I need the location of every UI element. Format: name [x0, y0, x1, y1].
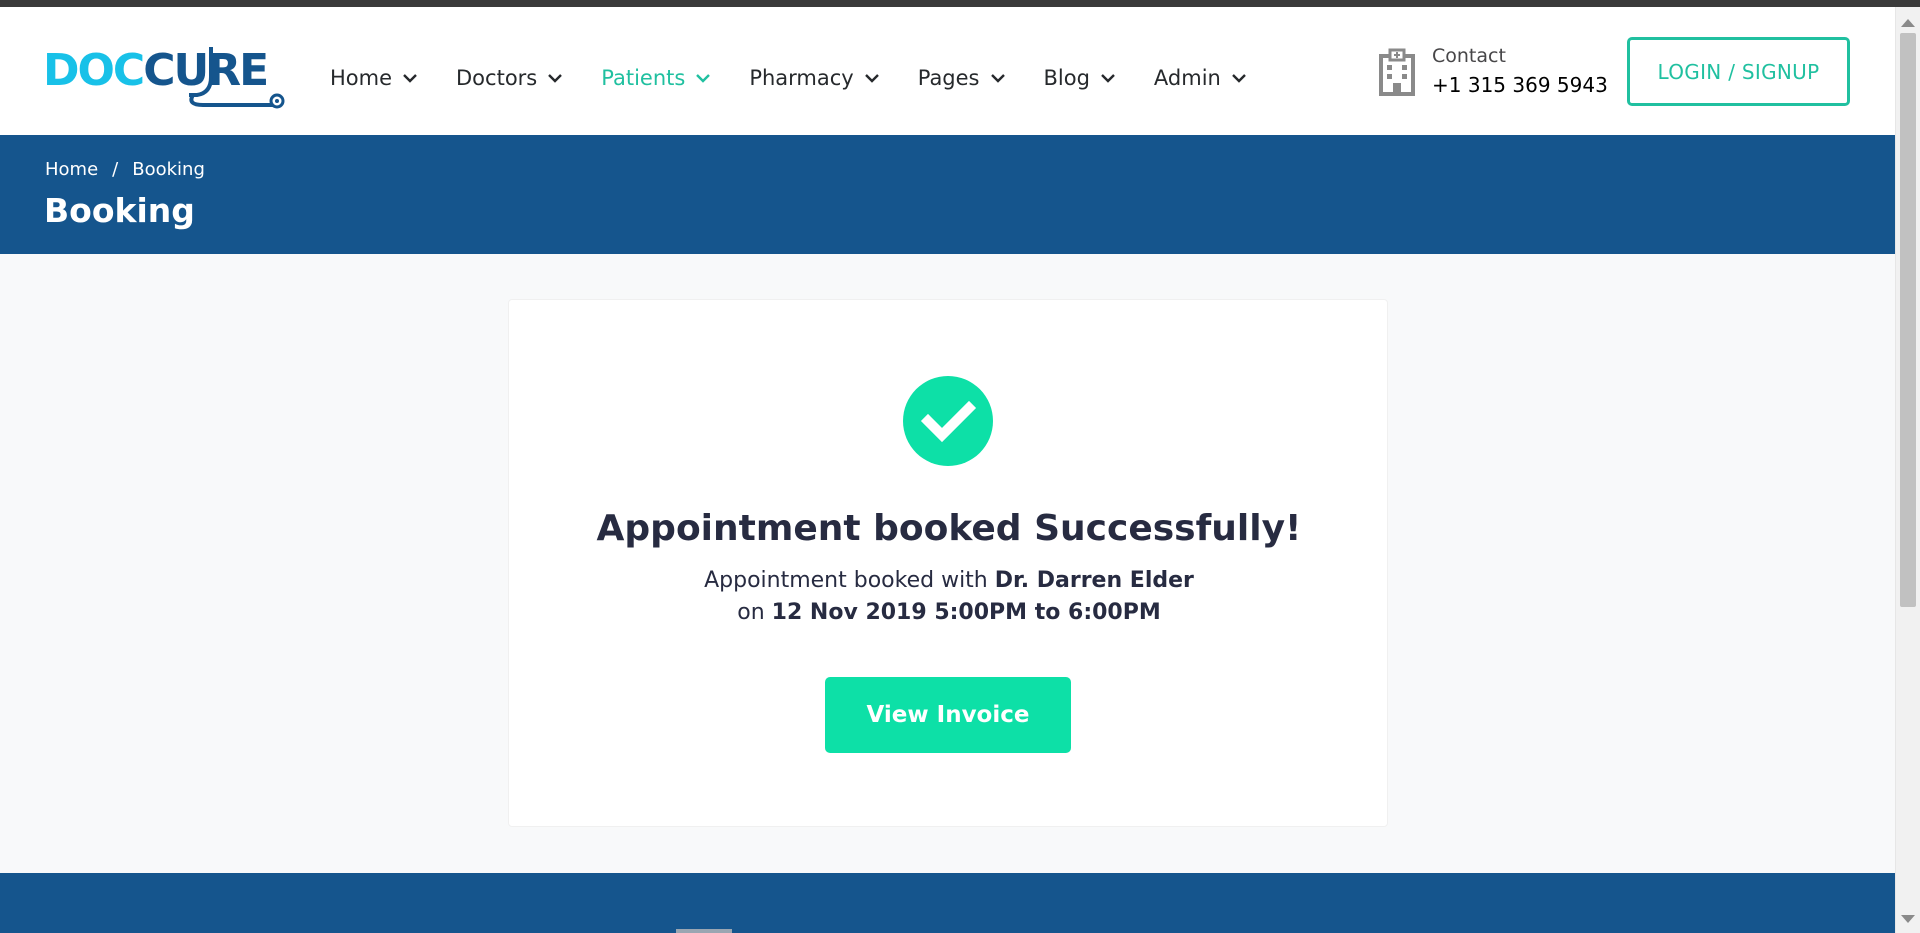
site-header: DOCCURE Home Doctors Patients Pharmacy P… — [0, 7, 1895, 135]
doccure-logo[interactable]: DOCCURE — [43, 39, 287, 109]
nav-item-label: Patients — [601, 66, 686, 90]
nav-item-pharmacy[interactable]: Pharmacy — [749, 66, 879, 90]
nav-item-label: Admin — [1153, 66, 1221, 90]
nav-item-label: Pages — [917, 66, 980, 90]
breadcrumb-home-link[interactable]: Home — [45, 159, 98, 180]
check-icon — [920, 400, 977, 443]
scrollbar-thumb[interactable] — [1900, 33, 1916, 607]
main-nav: Home Doctors Patients Pharmacy Pages Blo… — [330, 47, 1285, 109]
contact-phone[interactable]: +1 315 369 5943 — [1432, 69, 1608, 101]
page-scrollbar[interactable] — [1895, 7, 1920, 933]
breadcrumb-separator: / — [112, 159, 119, 180]
chevron-down-icon — [864, 74, 879, 83]
svg-text:DOCCURE: DOCCURE — [43, 45, 267, 96]
appointment-prefix: Appointment booked with — [704, 568, 995, 593]
nav-item-home[interactable]: Home — [330, 66, 418, 90]
header-contact: Contact +1 315 369 5943 — [1376, 43, 1608, 101]
breadcrumb: Home / Booking — [45, 159, 205, 180]
nav-item-patients[interactable]: Patients — [601, 66, 711, 90]
appointment-doctor-line: Appointment booked with Dr. Darren Elder — [509, 568, 1389, 593]
nav-item-admin[interactable]: Admin — [1154, 66, 1247, 90]
chevron-down-icon — [990, 74, 1005, 83]
appointment-time-line: on 12 Nov 2019 5:00PM to 6:00PM — [509, 600, 1389, 625]
success-card: Appointment booked Successfully! Appoint… — [508, 299, 1388, 827]
footer-scroll-tab — [676, 929, 732, 933]
success-title: Appointment booked Successfully! — [596, 508, 1302, 549]
footer — [0, 873, 1895, 933]
chevron-down-icon — [403, 74, 417, 83]
scroll-down-arrow-icon[interactable] — [1901, 915, 1915, 923]
nav-item-blog[interactable]: Blog — [1044, 66, 1116, 90]
login-signup-button[interactable]: LOGIN / SIGNUP — [1627, 37, 1850, 106]
nav-item-label: Home — [330, 66, 393, 90]
nav-item-label: Doctors — [456, 66, 538, 90]
success-check-icon — [903, 376, 993, 466]
browser-top-strip — [0, 0, 1920, 7]
chevron-down-icon — [1232, 74, 1246, 83]
nav-item-pages[interactable]: Pages — [918, 66, 1006, 90]
nav-item-label: Blog — [1043, 66, 1090, 90]
view-invoice-button[interactable]: View Invoice — [825, 677, 1071, 753]
breadcrumb-banner: Home / Booking Booking — [0, 135, 1895, 254]
page-title: Booking — [44, 191, 195, 230]
nav-item-label: Pharmacy — [749, 66, 854, 90]
chevron-down-icon — [1101, 74, 1115, 83]
chevron-down-icon — [696, 74, 711, 83]
nav-item-doctors[interactable]: Doctors — [456, 66, 563, 90]
appointment-datetime: 12 Nov 2019 5:00PM to 6:00PM — [771, 600, 1161, 625]
scroll-up-arrow-icon[interactable] — [1901, 19, 1915, 27]
breadcrumb-current: Booking — [132, 159, 205, 180]
doctor-name: Dr. Darren Elder — [994, 568, 1194, 593]
contact-label: Contact — [1432, 45, 1506, 67]
appointment-on-prefix: on — [737, 600, 772, 625]
contact-text: Contact +1 315 369 5943 — [1432, 43, 1608, 101]
chevron-down-icon — [548, 74, 563, 83]
hospital-icon — [1379, 48, 1415, 96]
